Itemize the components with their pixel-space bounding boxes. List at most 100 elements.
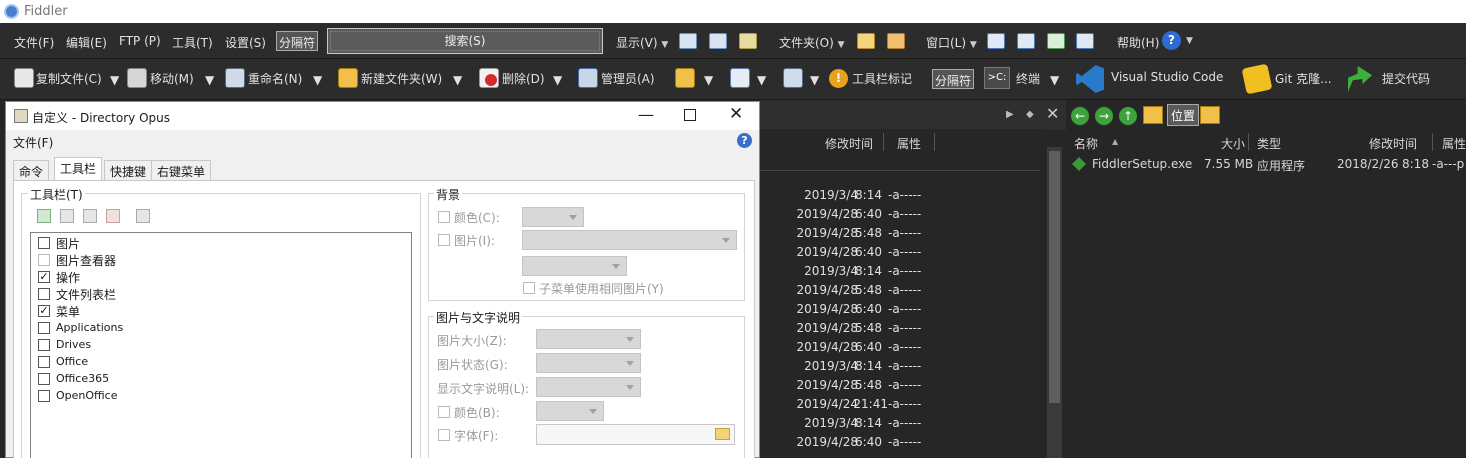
git-clone-button[interactable]: Git 克隆... (1275, 70, 1332, 87)
menu-display[interactable]: 显示(V) ▼ (616, 34, 668, 51)
tab-toolbars[interactable]: 工具栏 (54, 157, 103, 181)
list-item[interactable]: 2019/4/24 21:41 -a----- (760, 397, 1047, 416)
checkbox-menu[interactable]: ✓ (38, 305, 50, 317)
layout-tiles-icon[interactable] (739, 33, 757, 49)
image-size-select[interactable] (536, 329, 641, 349)
terminal-button[interactable]: 终端 (1016, 70, 1040, 87)
column-divider[interactable] (934, 133, 935, 151)
column-modified[interactable]: 修改时间 (1369, 135, 1417, 152)
checkbox-bg-image[interactable] (438, 234, 450, 246)
menu-folders[interactable]: 文件夹(O) ▼ (779, 34, 845, 51)
checkbox-applications[interactable] (38, 322, 50, 334)
column-modified[interactable]: 修改时间 (825, 135, 873, 152)
list-item[interactable]: 2019/3/4 8:14 -a----- (760, 188, 1047, 207)
chevron-down-icon[interactable]: ▼ (453, 73, 462, 87)
toolbar-item-file-display-bar[interactable]: 文件列表栏 (56, 286, 116, 303)
maximize-icon[interactable] (684, 109, 696, 121)
list-item[interactable]: 2019/4/28 5:48 -a----- (760, 226, 1047, 245)
checkbox-pictures[interactable] (38, 237, 50, 249)
menu-edit[interactable]: 编辑(E) (66, 34, 107, 51)
help-icon[interactable]: ? (1162, 31, 1181, 50)
list-item[interactable]: FiddlerSetup.exe 7.55 MB 应用程序 2018/2/26 … (1066, 155, 1466, 175)
chevron-down-icon[interactable]: ▼ (1050, 73, 1059, 87)
toolbar-list[interactable]: 图片 图片查看器 ✓ 操作 文件列表栏 ✓ 菜单 Applications Dr… (30, 232, 412, 458)
layout-details-icon[interactable] (679, 33, 697, 49)
list-item[interactable]: 2019/3/4 8:14 -a----- (760, 359, 1047, 378)
delete-button[interactable]: 删除(D) (502, 70, 545, 87)
list-item[interactable]: 2019/4/28 6:40 -a----- (760, 245, 1047, 264)
toolbar-properties-icon[interactable] (136, 209, 150, 223)
separator-button[interactable]: 分隔符 (276, 31, 319, 51)
menu-help[interactable]: 帮助(H) (1117, 34, 1159, 51)
checkbox-text-color[interactable] (438, 406, 450, 418)
column-name[interactable]: 名称 (1074, 135, 1098, 152)
up-icon[interactable]: ↑ (1119, 107, 1137, 125)
back-icon[interactable]: ← (1071, 107, 1089, 125)
list-item[interactable]: 2019/4/28 6:40 -a----- (760, 207, 1047, 226)
play-icon[interactable]: ▶ (1006, 109, 1014, 120)
column-divider[interactable] (1432, 133, 1433, 151)
toolbar-item-openoffice[interactable]: OpenOffice (56, 389, 118, 402)
close-pane-icon[interactable]: ✕ (1046, 104, 1059, 123)
copy-toolbar-icon[interactable] (60, 209, 74, 223)
checkbox-office[interactable] (38, 356, 50, 368)
chevron-down-icon[interactable]: ▼ (110, 73, 119, 87)
toolbar-item-applications[interactable]: Applications (56, 321, 123, 334)
delete-toolbar-icon[interactable] (106, 209, 120, 223)
chevron-down-icon[interactable]: ▼ (205, 73, 214, 87)
folder-grid-icon[interactable] (857, 33, 875, 49)
menu-settings[interactable]: 设置(S) (225, 34, 266, 51)
layout-dual-vertical-icon[interactable] (1017, 33, 1035, 49)
chevron-down-icon[interactable]: ▼ (553, 73, 562, 87)
list-item[interactable]: 2019/4/28 5:48 -a----- (760, 378, 1047, 397)
column-divider[interactable] (1248, 133, 1249, 151)
checkbox-font[interactable] (438, 429, 450, 441)
column-divider[interactable] (883, 133, 884, 151)
column-size[interactable]: 大小 (1221, 135, 1245, 152)
folder-split-icon[interactable] (887, 33, 905, 49)
chevron-down-icon[interactable]: ▼ (1186, 36, 1193, 46)
toolbar-item-office[interactable]: Office (56, 355, 88, 368)
column-type[interactable]: 类型 (1257, 135, 1281, 152)
search-button[interactable]: 搜索(S) (327, 28, 603, 54)
toolbar-item-office365[interactable]: Office365 (56, 372, 109, 385)
commit-button[interactable]: 提交代码 (1382, 70, 1430, 87)
menu-file[interactable]: 文件(F) (14, 34, 54, 51)
list-item[interactable]: 2019/4/28 5:48 -a----- (760, 321, 1047, 340)
checkbox-bg-color[interactable] (438, 211, 450, 223)
rename-button[interactable]: 重命名(N) (248, 70, 302, 87)
monitor-icon[interactable] (783, 68, 803, 88)
layout-single-icon[interactable] (987, 33, 1005, 49)
column-attr[interactable]: 属性 (1442, 135, 1466, 152)
toolbar-mark-button[interactable]: 工具栏标记 (852, 70, 912, 87)
toolbar-item-drives[interactable]: Drives (56, 338, 91, 351)
separator-button[interactable]: 分隔符 (932, 69, 975, 89)
chevron-down-icon[interactable]: ▼ (704, 73, 713, 87)
close-icon[interactable]: ✕ (729, 104, 743, 124)
properties-icon[interactable] (730, 68, 750, 88)
checkbox-drives[interactable] (38, 339, 50, 351)
list-item[interactable]: 2019/4/28 6:40 -a----- (760, 302, 1047, 321)
vscode-button[interactable]: Visual Studio Code (1111, 70, 1223, 84)
tab-shortcuts[interactable]: 快捷键 (104, 160, 153, 180)
image-state-select[interactable] (536, 353, 641, 373)
tab-commands[interactable]: 命令 (13, 160, 50, 180)
layout-thumbnails-icon[interactable] (709, 33, 727, 49)
folder-check-icon[interactable] (1200, 106, 1220, 124)
chevron-down-icon[interactable]: ▼ (757, 73, 766, 87)
location-button[interactable]: 位置 (1167, 104, 1200, 126)
bg-image-mode-select[interactable] (522, 256, 627, 276)
admin-button[interactable]: 管理员(A) (601, 70, 655, 87)
favorite-folder-icon[interactable] (1143, 106, 1163, 124)
minimize-icon[interactable]: — (638, 105, 654, 124)
menu-ftp[interactable]: FTP (P) (119, 34, 161, 48)
new-toolbar-icon[interactable] (37, 209, 51, 223)
text-color-picker[interactable] (536, 401, 604, 421)
help-icon[interactable]: ? (737, 133, 752, 148)
toolbar-item-image-viewer[interactable]: 图片查看器 (56, 252, 116, 269)
folder-icon[interactable] (715, 428, 730, 440)
list-item[interactable]: 2019/4/28 6:40 -a----- (760, 435, 1047, 454)
new-folder-button[interactable]: 新建文件夹(W) (361, 70, 442, 87)
chevron-down-icon[interactable]: ▼ (810, 73, 819, 87)
list-item[interactable]: 2019/4/28 6:40 -a----- (760, 340, 1047, 359)
